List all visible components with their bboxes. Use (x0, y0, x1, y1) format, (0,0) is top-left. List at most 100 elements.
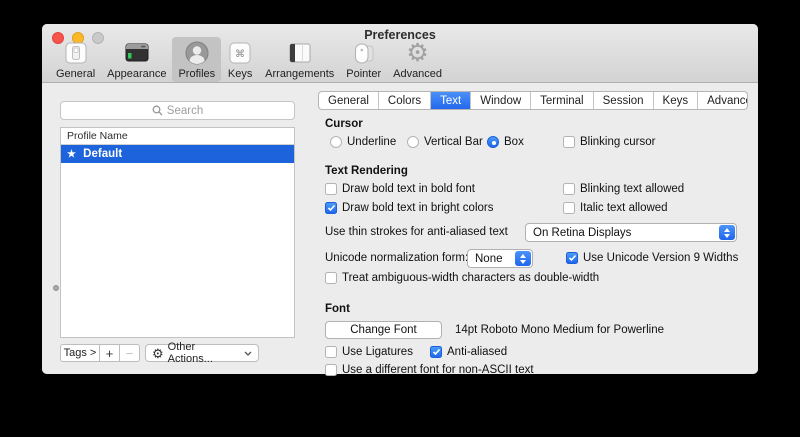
tab-general[interactable]: General (319, 92, 379, 109)
switch-icon (63, 40, 89, 66)
checkbox-unicode9[interactable]: Use Unicode Version 9 Widths (566, 252, 738, 264)
mouse-icon (351, 40, 377, 66)
checkbox-icon (563, 183, 575, 195)
profile-list-header: Profile Name (61, 128, 294, 145)
bold-row: Draw bold text in bold font Blinking tex… (318, 183, 748, 198)
toolbar-label: Arrangements (265, 68, 334, 80)
checkbox-icon-checked (325, 202, 337, 214)
radio-icon (330, 136, 342, 148)
checkbox-bright-colors[interactable]: Draw bold text in bright colors (325, 202, 493, 214)
other-actions-label: Other Actions... (168, 341, 241, 365)
normalization-select[interactable]: None (467, 249, 533, 268)
checkbox-antialiased[interactable]: Anti-aliased (430, 346, 507, 358)
checkbox-ligatures[interactable]: Use Ligatures (325, 346, 413, 358)
search-icon (152, 105, 163, 116)
checkbox-icon (325, 346, 337, 358)
search-input[interactable]: Search (60, 101, 295, 120)
tab-session[interactable]: Session (594, 92, 654, 109)
toolbar-label: General (56, 68, 95, 80)
thin-strokes-row: Use thin strokes for anti-aliased text O… (318, 223, 748, 242)
non-ascii-row: Use a different font for non-ASCII text (318, 364, 748, 379)
search-placeholder: Search (167, 105, 203, 117)
font-heading: Font (325, 303, 748, 315)
radio-icon-selected (487, 136, 499, 148)
checkbox-non-ascii-font[interactable]: Use a different font for non-ASCII text (325, 364, 534, 376)
checkbox-italic-text[interactable]: Italic text allowed (563, 202, 668, 214)
thin-strokes-select[interactable]: On Retina Displays (525, 223, 737, 242)
checkbox-bold-font[interactable]: Draw bold text in bold font (325, 183, 475, 195)
toolbar-label: Profiles (178, 68, 215, 80)
other-actions-dropdown[interactable]: ⚙ Other Actions... (145, 344, 259, 362)
star-icon: ★ (67, 149, 76, 160)
preferences-window: Preferences General Appearance (42, 24, 758, 374)
sidebar-footer: Tags > + − ⚙ Other Actions... (60, 344, 259, 362)
gear-icon: ⚙ (152, 347, 164, 360)
toolbar-label: Advanced (393, 68, 442, 80)
tags-button[interactable]: Tags > (60, 344, 100, 362)
tab-keys[interactable]: Keys (654, 92, 699, 109)
cursor-radio-row: Underline Vertical Bar Box Blinking curs… (318, 136, 748, 151)
normalization-label: Unicode normalization form: (325, 252, 468, 264)
tab-bar: General Colors Text Window Terminal Sess… (318, 91, 748, 110)
chevron-down-icon (244, 351, 252, 356)
checkbox-blinking-text[interactable]: Blinking text allowed (563, 183, 684, 195)
change-font-row: Change Font 14pt Roboto Mono Medium for … (318, 321, 748, 339)
toolbar-item-general[interactable]: General (50, 37, 101, 82)
person-icon (184, 40, 210, 66)
toolbar-item-arrangements[interactable]: Arrangements (259, 37, 340, 82)
stepper-icon (515, 251, 531, 266)
cursor-heading: Cursor (325, 118, 748, 130)
toolbar-label: Appearance (107, 68, 166, 80)
profile-name: Default (83, 148, 122, 160)
checkbox-icon (325, 183, 337, 195)
gear-icon: ⚙ (405, 40, 431, 66)
desktop-background: Preferences General Appearance (0, 0, 800, 437)
radio-box[interactable]: Box (487, 136, 524, 148)
profile-list: Profile Name ★ Default (60, 127, 295, 338)
toolbar-label: Pointer (346, 68, 381, 80)
toolbar: General Appearance (50, 37, 448, 82)
checkbox-blinking-cursor[interactable]: Blinking cursor (563, 136, 655, 148)
toolbar-item-keys[interactable]: ⌘ Keys (221, 37, 259, 82)
toolbar-item-pointer[interactable]: Pointer (340, 37, 387, 82)
toolbar-item-advanced[interactable]: ⚙ Advanced (387, 37, 448, 82)
tab-colors[interactable]: Colors (379, 92, 431, 109)
toolbar-item-appearance[interactable]: Appearance (101, 37, 172, 82)
panels-icon (287, 40, 313, 66)
stepper-icon (719, 225, 735, 240)
checkbox-icon (563, 202, 575, 214)
normalization-row: Unicode normalization form: None Use Uni… (318, 249, 748, 268)
command-key-icon: ⌘ (227, 40, 253, 66)
profile-row-default[interactable]: ★ Default (61, 145, 294, 163)
radio-icon (407, 136, 419, 148)
ambiguous-row: Treat ambiguous-width characters as doub… (318, 272, 748, 287)
checkbox-icon-checked (430, 346, 442, 358)
window-content: Search Profile Name ★ Default Tags > + −… (42, 83, 758, 374)
checkbox-icon-checked (566, 252, 578, 264)
radio-vertical-bar[interactable]: Vertical Bar (407, 136, 483, 148)
current-font-label: 14pt Roboto Mono Medium for Powerline (455, 324, 664, 336)
window-titlebar: Preferences General Appearance (42, 24, 758, 83)
toolbar-label: Keys (228, 68, 252, 80)
thin-strokes-label: Use thin strokes for anti-aliased text (325, 226, 508, 238)
checkbox-icon (563, 136, 575, 148)
settings-panel: General Colors Text Window Terminal Sess… (318, 91, 748, 379)
tab-window[interactable]: Window (471, 92, 531, 109)
checkbox-icon (325, 364, 337, 376)
bright-row: Draw bold text in bright colors Italic t… (318, 202, 748, 217)
remove-profile-button: − (119, 344, 140, 362)
checkbox-ambiguous-width[interactable]: Treat ambiguous-width characters as doub… (325, 272, 599, 284)
display-icon (124, 40, 150, 66)
checkbox-icon (325, 272, 337, 284)
change-font-button[interactable]: Change Font (325, 321, 442, 339)
add-profile-button[interactable]: + (99, 344, 120, 362)
text-rendering-heading: Text Rendering (325, 165, 748, 177)
tab-advanced[interactable]: Advanced (698, 92, 748, 109)
tab-text[interactable]: Text (431, 92, 471, 109)
ligatures-row: Use Ligatures Anti-aliased (318, 346, 748, 361)
splitter-handle[interactable] (53, 285, 59, 291)
tab-terminal[interactable]: Terminal (531, 92, 593, 109)
svg-text:⌘: ⌘ (235, 49, 245, 60)
toolbar-item-profiles[interactable]: Profiles (172, 37, 221, 82)
radio-underline[interactable]: Underline (330, 136, 396, 148)
